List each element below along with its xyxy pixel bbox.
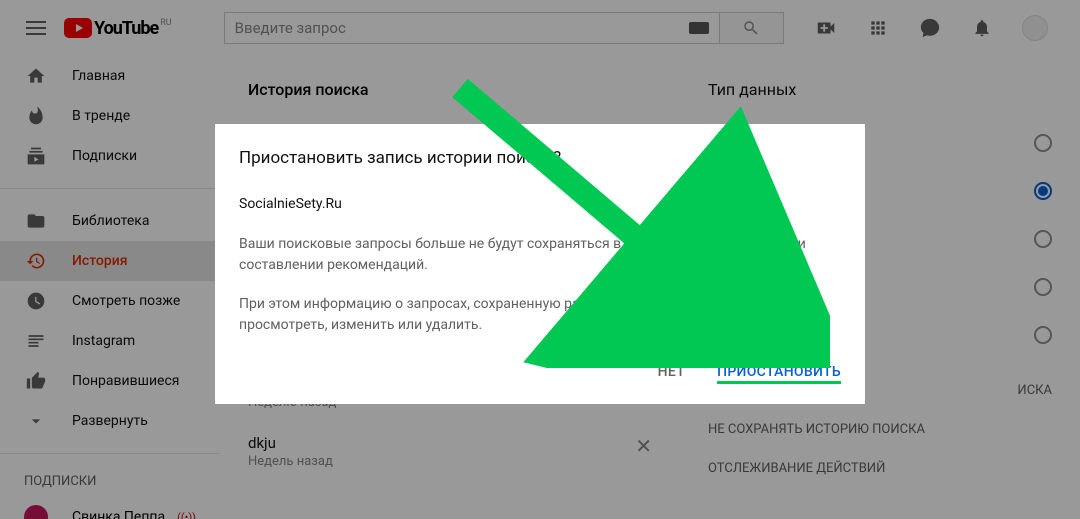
dialog-subtitle: SocialnieSety.Ru <box>239 196 841 212</box>
history-link[interactable]: истории <box>625 236 679 252</box>
no-button[interactable]: НЕТ <box>658 364 685 380</box>
dialog-paragraph-1: Ваши поисковые запросы больше не будут с… <box>239 234 841 276</box>
modal-overlay[interactable]: Приостановить запись истории поиска? Soc… <box>0 0 1080 519</box>
pause-button[interactable]: ПРИОСТАНОВИТЬ <box>717 364 841 380</box>
pause-history-dialog: Приостановить запись истории поиска? Soc… <box>215 124 865 404</box>
dialog-title: Приостановить запись истории поиска? <box>239 148 841 168</box>
dialog-paragraph-2: При этом информацию о запросах, сохранен… <box>239 294 841 336</box>
